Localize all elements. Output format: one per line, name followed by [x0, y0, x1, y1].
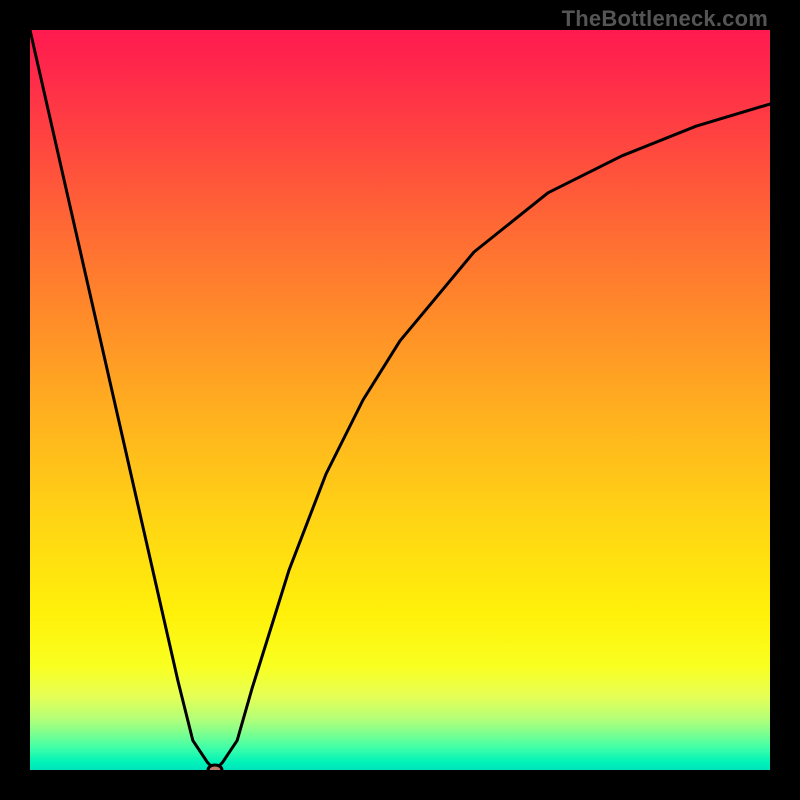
plot-area: [30, 30, 770, 770]
chart-frame: [30, 30, 770, 770]
watermark-text: TheBottleneck.com: [562, 6, 768, 32]
gradient-background: [30, 30, 770, 770]
